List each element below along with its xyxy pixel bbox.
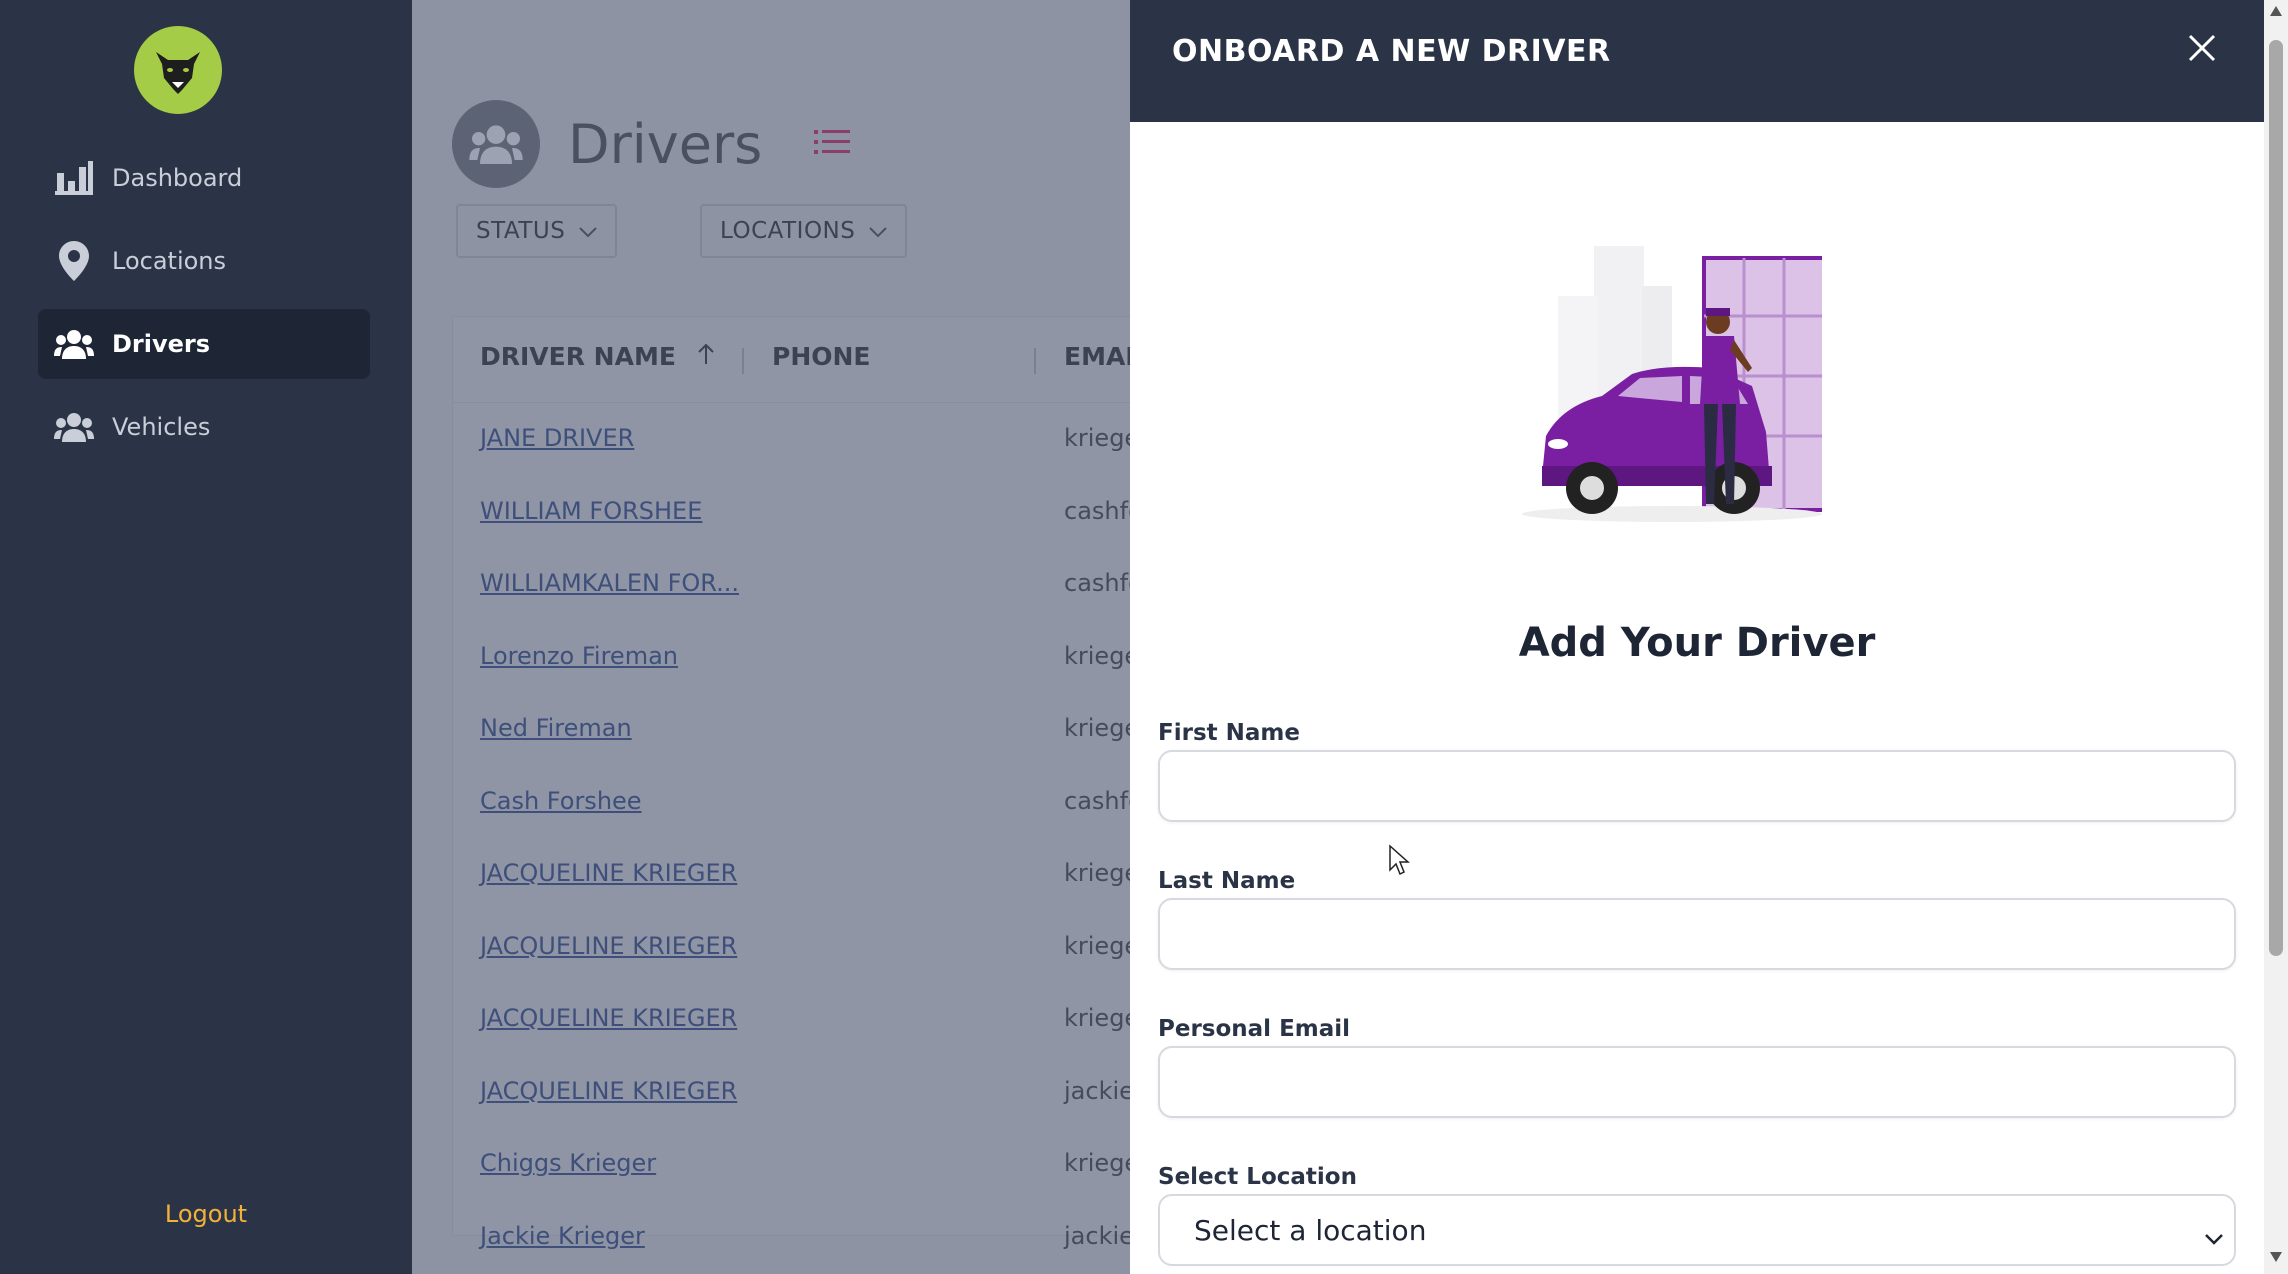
filter-label: STATUS (476, 218, 566, 244)
scroll-thumb[interactable] (2269, 40, 2283, 956)
column-header-phone[interactable]: PHONE (772, 342, 871, 371)
driver-email-cell: kriege (1064, 1149, 1130, 1177)
drivers-avatar-icon (452, 100, 540, 188)
onboard-driver-drawer: ONBOARD A NEW DRIVER Add Your Driver Fir… (1130, 0, 2264, 1274)
locations-filter-dropdown[interactable]: LOCATIONS (700, 204, 908, 258)
driver-name-link[interactable]: JACQUELINE KRIEGER (480, 1004, 737, 1032)
driver-with-car-illustration (1522, 236, 1830, 526)
drawer-header: ONBOARD A NEW DRIVER (1130, 0, 2264, 122)
filter-label: LOCATIONS (720, 218, 856, 244)
chevron-down-icon (579, 218, 598, 244)
driver-name-link[interactable]: WILLIAM FORSHEE (480, 497, 702, 525)
driver-email-cell: kriege (1064, 424, 1130, 452)
driver-email-cell: kriege (1064, 931, 1130, 960)
personal-email-label: Personal Email (1158, 1016, 1351, 1042)
driver-email-cell: cashfo (1064, 786, 1130, 815)
map-pin-icon (54, 241, 94, 281)
location-select-value: Select a location (1194, 1213, 1427, 1247)
driver-name-link[interactable]: JANE DRIVER (480, 424, 634, 452)
driver-email-cell: jackie- (1064, 1076, 1130, 1105)
driver-email-cell: kriege (1064, 859, 1130, 887)
sidebar-item-label: Vehicles (112, 413, 211, 441)
column-divider[interactable] (742, 348, 744, 374)
list-view-icon[interactable] (814, 128, 851, 160)
driver-name-link[interactable]: Lorenzo Fireman (480, 642, 678, 670)
driver-email-cell: cashfo (1064, 496, 1130, 525)
sidebar-item-label: Locations (112, 247, 227, 275)
sidebar-item-drivers[interactable]: Drivers (38, 309, 370, 379)
mouse-cursor-icon (1388, 844, 1410, 880)
first-name-label: First Name (1158, 720, 1300, 746)
sidebar-item-label: Drivers (112, 330, 211, 358)
driver-email-cell: kriege (1064, 714, 1130, 742)
last-name-label: Last Name (1158, 868, 1296, 894)
chevron-down-icon (869, 218, 888, 244)
driver-name-link[interactable]: Chiggs Krieger (480, 1149, 656, 1177)
drawer-scrollbar[interactable] (2264, 0, 2288, 1274)
driver-name-link[interactable]: Ned Fireman (480, 714, 632, 742)
select-location-label: Select Location (1158, 1164, 1357, 1190)
goat-logo[interactable] (134, 26, 222, 114)
status-filter-dropdown[interactable]: STATUS (456, 204, 618, 258)
driver-email-cell: jackie (1064, 1221, 1130, 1250)
logout-link[interactable]: Logout (0, 1200, 412, 1228)
page-title: Drivers (568, 112, 763, 176)
driver-name-link[interactable]: WILLIAMKALEN FOR... (480, 569, 739, 597)
scroll-down-arrow-icon[interactable] (2270, 1252, 2282, 1262)
location-select[interactable]: Select a location (1158, 1194, 2236, 1266)
first-name-input[interactable] (1158, 750, 2236, 822)
column-header-driver-name[interactable]: DRIVER NAME (480, 342, 715, 371)
close-icon[interactable] (2184, 30, 2220, 66)
drawer-title: ONBOARD A NEW DRIVER (1172, 34, 1611, 69)
sort-arrow-up-icon (697, 342, 715, 371)
driver-email-cell: cashfo (1064, 569, 1130, 597)
driver-name-link[interactable]: JACQUELINE KRIEGER (480, 1077, 737, 1105)
page-header: Drivers (452, 100, 851, 188)
sidebar-item-label: Dashboard (112, 164, 243, 192)
sidebar-item-dashboard[interactable]: Dashboard (38, 143, 370, 213)
main-content: Drivers STATUS LOCATIONS DRIVER NAME PHO… (412, 0, 1130, 1274)
chevron-down-icon (2204, 1220, 2224, 1253)
driver-email-cell: kriege (1064, 1004, 1130, 1032)
form-heading: Add Your Driver (1518, 620, 1876, 666)
personal-email-input[interactable] (1158, 1046, 2236, 1118)
bar-chart-icon (54, 158, 94, 198)
row-divider (452, 402, 1130, 403)
last-name-input[interactable] (1158, 898, 2236, 970)
column-divider[interactable] (1034, 348, 1036, 374)
driver-name-link[interactable]: Cash Forshee (480, 787, 642, 815)
users-icon (54, 407, 94, 447)
sidebar: Dashboard Locations Drivers Vehicles Log… (0, 0, 412, 1274)
sidebar-item-vehicles[interactable]: Vehicles (38, 392, 370, 462)
driver-name-link[interactable]: JACQUELINE KRIEGER (480, 859, 737, 887)
driver-name-link[interactable]: Jackie Krieger (480, 1222, 645, 1250)
sidebar-item-locations[interactable]: Locations (38, 226, 370, 296)
driver-name-link[interactable]: JACQUELINE KRIEGER (480, 932, 737, 960)
driver-email-cell: kriege (1064, 641, 1130, 670)
scroll-up-arrow-icon[interactable] (2270, 6, 2282, 16)
users-icon (54, 324, 94, 364)
column-header-email[interactable]: EMAI (1064, 342, 1130, 371)
